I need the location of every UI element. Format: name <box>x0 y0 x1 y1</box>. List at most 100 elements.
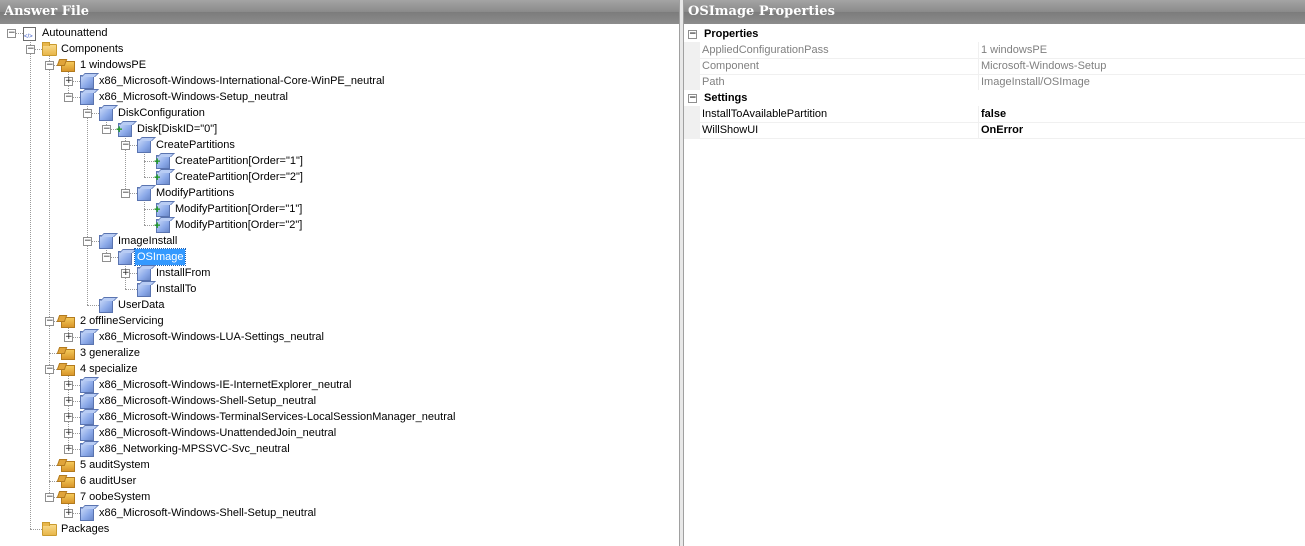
expand-icon[interactable]: + <box>64 397 73 406</box>
tree-node[interactable]: 3 generalize <box>0 345 670 361</box>
component-icon <box>99 107 113 121</box>
tree-node[interactable]: − Disk[DiskID="0"] <box>0 121 670 137</box>
tree-node[interactable]: CreatePartition[Order="1"] <box>0 153 670 169</box>
collapse-icon[interactable]: − <box>83 109 92 118</box>
tree-node[interactable]: − Components <box>0 41 670 57</box>
collapse-icon[interactable]: − <box>688 94 697 103</box>
tree-node[interactable]: CreatePartition[Order="2"] <box>0 169 670 185</box>
tree-node[interactable]: + x86_Microsoft-Windows-Shell-Setup_neutr… <box>0 393 670 409</box>
property-name: Path <box>702 76 725 88</box>
tree-node-label: 2 offlineServicing <box>80 315 164 327</box>
collapse-icon[interactable]: − <box>83 237 92 246</box>
collapse-icon[interactable]: − <box>7 29 16 38</box>
component-icon <box>80 395 94 409</box>
collapse-icon[interactable]: − <box>102 125 111 134</box>
collapse-icon[interactable]: − <box>26 45 35 54</box>
folder-icon <box>42 42 57 56</box>
property-row[interactable]: WillShowUI OnError <box>684 122 1305 139</box>
properties-title: OSImage Properties <box>684 0 1305 24</box>
property-row[interactable]: AppliedConfigurationPass 1 windowsPE <box>684 42 1305 59</box>
property-row[interactable]: Component Microsoft-Windows-Setup <box>684 58 1305 75</box>
tree-node-label: x86_Microsoft-Windows-TerminalServices-L… <box>99 411 456 423</box>
expand-icon[interactable]: + <box>121 269 130 278</box>
tree-node-label: Components <box>61 43 124 55</box>
collapse-icon[interactable]: − <box>121 189 130 198</box>
tree-node[interactable]: − 4 specialize <box>0 361 670 377</box>
tree-node[interactable]: UserData <box>0 297 670 313</box>
tree-node[interactable]: − ModifyPartitions <box>0 185 670 201</box>
tree-node[interactable]: + x86_Microsoft-Windows-International-Cor… <box>0 73 670 89</box>
row-margin <box>684 58 700 74</box>
tree-node[interactable]: ModifyPartition[Order="1"] <box>0 201 670 217</box>
collapse-icon[interactable]: − <box>45 61 54 70</box>
tree-node-label: Autounattend <box>42 27 108 39</box>
tree-node-label: x86_Microsoft-Windows-LUA-Settings_neutr… <box>99 331 324 343</box>
expand-icon[interactable]: + <box>64 381 73 390</box>
component-icon <box>137 187 151 201</box>
pass-icon <box>61 477 75 488</box>
tree-node[interactable]: 6 auditUser <box>0 473 670 489</box>
category-settings[interactable]: − Settings <box>684 90 1305 106</box>
tree-node[interactable]: + x86_Microsoft-Windows-LUA-Settings_neut… <box>0 329 670 345</box>
collapse-icon[interactable]: − <box>64 93 73 102</box>
expand-icon[interactable]: + <box>64 509 73 518</box>
tree-node-label: CreatePartition[Order="1"] <box>175 155 303 167</box>
tree-node[interactable]: InstallTo <box>0 281 670 297</box>
category-properties[interactable]: − Properties <box>684 26 1305 42</box>
collapse-icon[interactable]: − <box>102 253 111 262</box>
pass-icon <box>61 317 75 328</box>
tree-node[interactable]: 5 auditSystem <box>0 457 670 473</box>
pass-icon <box>61 61 75 72</box>
property-value: 1 windowsPE <box>978 42 1047 58</box>
tree-node-label: x86_Microsoft-Windows-IE-InternetExplore… <box>99 379 352 391</box>
expand-icon[interactable]: + <box>64 413 73 422</box>
tree-node[interactable]: + x86_Microsoft-Windows-IE-InternetExplor… <box>0 377 670 393</box>
tree-node[interactable]: + x86_Networking-MPSSVC-Svc_neutral <box>0 441 670 457</box>
tree-node[interactable]: − 1 windowsPE <box>0 57 670 73</box>
tree-node[interactable]: + InstallFrom <box>0 265 670 281</box>
property-value[interactable]: false <box>978 106 1006 122</box>
property-value[interactable]: OnError <box>978 122 1023 138</box>
tree-node[interactable]: − x86_Microsoft-Windows-Setup_neutral <box>0 89 670 105</box>
tree-node-label: ModifyPartition[Order="2"] <box>175 219 303 231</box>
document-icon <box>23 27 36 45</box>
list-item-icon <box>154 171 170 185</box>
expand-icon[interactable]: + <box>64 429 73 438</box>
tree-node[interactable]: + x86_Microsoft-Windows-Shell-Setup_neutr… <box>0 505 670 521</box>
expand-icon[interactable]: + <box>64 77 73 86</box>
tree-node[interactable]: Packages <box>0 521 670 537</box>
expand-icon[interactable]: + <box>64 333 73 342</box>
tree-node-label: 6 auditUser <box>80 475 137 487</box>
tree-node-label: x86_Microsoft-Windows-UnattendedJoin_neu… <box>99 427 337 439</box>
tree-node-selected[interactable]: − OSImage <box>0 248 670 266</box>
tree-node[interactable]: ModifyPartition[Order="2"] <box>0 217 670 233</box>
tree-node-label: x86_Microsoft-Windows-Shell-Setup_neutra… <box>99 395 317 407</box>
tree-node[interactable]: − 2 offlineServicing <box>0 313 670 329</box>
tree-node-label: x86_Microsoft-Windows-International-Core… <box>99 75 385 87</box>
tree-node[interactable]: − CreatePartitions <box>0 137 670 153</box>
property-value: Microsoft-Windows-Setup <box>978 58 1106 74</box>
tree-node[interactable]: − DiskConfiguration <box>0 105 670 121</box>
tree-node[interactable]: + x86_Microsoft-Windows-TerminalServices-… <box>0 409 670 425</box>
collapse-icon[interactable]: − <box>121 141 130 150</box>
tree-node[interactable]: − Autounattend <box>0 25 670 45</box>
collapse-icon[interactable]: − <box>688 30 697 39</box>
tree-node[interactable]: + x86_Microsoft-Windows-UnattendedJoin_ne… <box>0 425 670 441</box>
collapse-icon[interactable]: − <box>45 365 54 374</box>
property-name: Component <box>702 60 759 72</box>
pass-icon <box>61 365 75 376</box>
component-icon <box>80 507 94 521</box>
tree-node-label: x86_Microsoft-Windows-Setup_neutral <box>99 91 288 103</box>
collapse-icon[interactable]: − <box>45 317 54 326</box>
property-row[interactable]: InstallToAvailablePartition false <box>684 106 1305 123</box>
properties-pane: OSImage Properties − Properties AppliedCon… <box>683 0 1305 546</box>
tree-node-label: ImageInstall <box>118 235 178 247</box>
tree-node[interactable]: − 7 oobeSystem <box>0 489 670 505</box>
tree-node[interactable]: − ImageInstall <box>0 233 670 249</box>
collapse-icon[interactable]: − <box>45 493 54 502</box>
pass-icon <box>61 349 75 360</box>
tree-node-label: x86_Microsoft-Windows-Shell-Setup_neutra… <box>99 507 317 519</box>
answer-file-pane: Answer File −Autounattend−Components−1 w… <box>0 0 680 546</box>
expand-icon[interactable]: + <box>64 445 73 454</box>
property-row[interactable]: Path ImageInstall/OSImage <box>684 74 1305 91</box>
